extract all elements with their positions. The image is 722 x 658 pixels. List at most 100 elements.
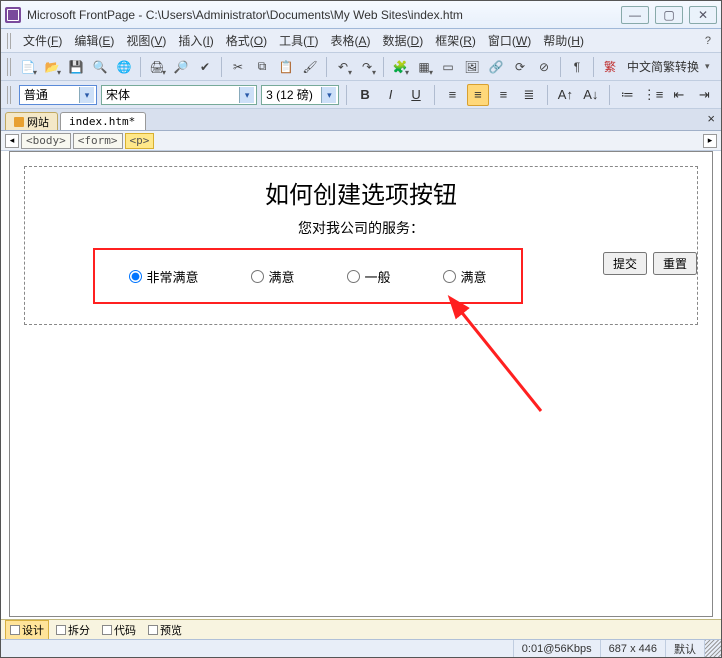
toolbar-handle[interactable]	[7, 33, 13, 49]
publish-button[interactable]: 🌐	[113, 56, 135, 78]
view-mode-bar: 设计 拆分 代码 预览	[1, 619, 721, 639]
table-button[interactable]: ▦	[413, 56, 435, 78]
radio-option-4[interactable]: 满意	[443, 267, 486, 286]
tag-prev-button[interactable]: ◂	[5, 134, 19, 148]
preview-button[interactable]: 🔎	[170, 56, 192, 78]
layer-button[interactable]: ▭	[437, 56, 459, 78]
form-boundary: 如何创建选项按钮 您对我公司的服务： 非常满意 满意 一般 满意 提交 重置	[24, 166, 698, 325]
align-center-button[interactable]: ≡	[467, 84, 488, 106]
style-combo[interactable]: 普通	[19, 85, 97, 105]
status-mode: 默认	[665, 640, 704, 657]
formatting-toolbar: 普通 宋体 3 (12 磅) B I U ≡ ≡ ≡ ≣ A↑ A↓ ≔ ⋮≡ …	[1, 81, 721, 109]
code-icon	[102, 625, 112, 635]
tag-p[interactable]: <p>	[125, 133, 155, 149]
website-icon	[14, 117, 24, 127]
web-component-button[interactable]: 🧩	[389, 56, 411, 78]
radio-input-1[interactable]	[129, 270, 142, 283]
cut-button[interactable]: ✂	[227, 56, 249, 78]
tag-next-button[interactable]: ▸	[703, 134, 717, 148]
minimize-button[interactable]: —	[621, 6, 649, 24]
decrease-indent-button[interactable]: ⇤	[668, 84, 689, 106]
numbered-list-button[interactable]: ≔	[617, 84, 638, 106]
maximize-button[interactable]: ▢	[655, 6, 683, 24]
radio-input-4[interactable]	[443, 270, 456, 283]
tag-body[interactable]: <body>	[21, 133, 71, 149]
undo-button[interactable]: ↶	[332, 56, 354, 78]
page-heading[interactable]: 如何创建选项按钮	[25, 175, 697, 210]
bullet-list-button[interactable]: ⋮≡	[642, 84, 664, 106]
design-editor[interactable]: 如何创建选项按钮 您对我公司的服务： 非常满意 满意 一般 满意 提交 重置	[9, 151, 713, 617]
new-button[interactable]: 📄	[17, 56, 39, 78]
view-preview-button[interactable]: 预览	[143, 620, 187, 640]
print-button[interactable]: 🖨	[146, 56, 168, 78]
decrease-font-button[interactable]: A↓	[580, 84, 601, 106]
radio-option-2[interactable]: 满意	[251, 267, 294, 286]
view-design-button[interactable]: 设计	[5, 620, 49, 640]
hyperlink-button[interactable]: 🔗	[485, 56, 507, 78]
view-code-button[interactable]: 代码	[97, 620, 141, 640]
font-combo[interactable]: 宋体	[101, 85, 257, 105]
convert-label[interactable]: 中文简繁转换	[623, 58, 703, 75]
menu-help[interactable]: 帮助(H)	[537, 30, 590, 51]
help-prompt-icon[interactable]: ?	[701, 35, 715, 47]
paste-button[interactable]: 📋	[275, 56, 297, 78]
standard-toolbar: 📄 📂 💾 🔍 🌐 🖨 🔎 ✔ ✂ ⧉ 📋 🖌 ↶ ↷ 🧩 ▦ ▭ 🖼 🔗 ⟳ …	[1, 53, 721, 81]
menu-insert[interactable]: 插入(I)	[172, 30, 219, 51]
copy-button[interactable]: ⧉	[251, 56, 273, 78]
open-button[interactable]: 📂	[41, 56, 63, 78]
radio-input-2[interactable]	[251, 270, 264, 283]
increase-indent-button[interactable]: ⇥	[694, 84, 715, 106]
tag-form[interactable]: <form>	[73, 133, 123, 149]
font-size-combo[interactable]: 3 (12 磅)	[261, 85, 339, 105]
submit-button[interactable]: 提交	[603, 252, 647, 275]
spellcheck-button[interactable]: ✔	[194, 56, 216, 78]
picture-button[interactable]: 🖼	[461, 56, 483, 78]
toolbar-handle[interactable]	[7, 86, 13, 104]
menu-frames[interactable]: 框架(R)	[429, 30, 482, 51]
design-icon	[10, 625, 20, 635]
stop-button[interactable]: ⊘	[533, 56, 555, 78]
underline-button[interactable]: U	[405, 84, 426, 106]
menu-format[interactable]: 格式(O)	[220, 30, 273, 51]
resize-grip[interactable]	[704, 640, 721, 657]
tab-index-htm[interactable]: index.htm*	[60, 112, 146, 130]
menu-window[interactable]: 窗口(W)	[482, 30, 537, 51]
toolbar-handle[interactable]	[7, 58, 13, 76]
page-subtitle[interactable]: 您对我公司的服务：	[25, 218, 697, 238]
close-button[interactable]: ✕	[689, 6, 717, 24]
menu-file[interactable]: 文件(F)	[17, 30, 68, 51]
tab-website[interactable]: 网站	[5, 112, 58, 130]
menu-table[interactable]: 表格(A)	[325, 30, 377, 51]
status-bar: 0:01@56Kbps 687 x 446 默认	[1, 639, 721, 657]
menu-data[interactable]: 数据(D)	[377, 30, 430, 51]
search-button[interactable]: 🔍	[89, 56, 111, 78]
menu-view[interactable]: 视图(V)	[120, 30, 172, 51]
radio-input-3[interactable]	[347, 270, 360, 283]
convert-icon[interactable]: 繁	[599, 56, 621, 78]
split-icon	[56, 625, 66, 635]
bold-button[interactable]: B	[354, 84, 375, 106]
align-right-button[interactable]: ≡	[493, 84, 514, 106]
save-button[interactable]: 💾	[65, 56, 87, 78]
align-left-button[interactable]: ≡	[442, 84, 463, 106]
radio-option-1[interactable]: 非常满意	[129, 267, 198, 286]
frontpage-icon	[5, 7, 21, 23]
view-split-button[interactable]: 拆分	[51, 620, 95, 640]
highlight-box: 非常满意 满意 一般 满意	[93, 248, 523, 304]
window-title: Microsoft FrontPage - C:\Users\Administr…	[27, 8, 621, 22]
preview-icon	[148, 625, 158, 635]
window-titlebar: Microsoft FrontPage - C:\Users\Administr…	[1, 1, 721, 29]
redo-button[interactable]: ↷	[356, 56, 378, 78]
italic-button[interactable]: I	[380, 84, 401, 106]
reset-button[interactable]: 重置	[653, 252, 697, 275]
menu-tools[interactable]: 工具(T)	[273, 30, 324, 51]
tabs-close-button[interactable]: ×	[707, 111, 715, 126]
format-painter-button[interactable]: 🖌	[299, 56, 321, 78]
show-all-button[interactable]: ¶	[566, 56, 588, 78]
radio-option-3[interactable]: 一般	[347, 267, 390, 286]
menu-edit[interactable]: 编辑(E)	[68, 30, 120, 51]
status-download-time: 0:01@56Kbps	[513, 640, 600, 657]
align-justify-button[interactable]: ≣	[518, 84, 539, 106]
increase-font-button[interactable]: A↑	[555, 84, 576, 106]
refresh-button[interactable]: ⟳	[509, 56, 531, 78]
